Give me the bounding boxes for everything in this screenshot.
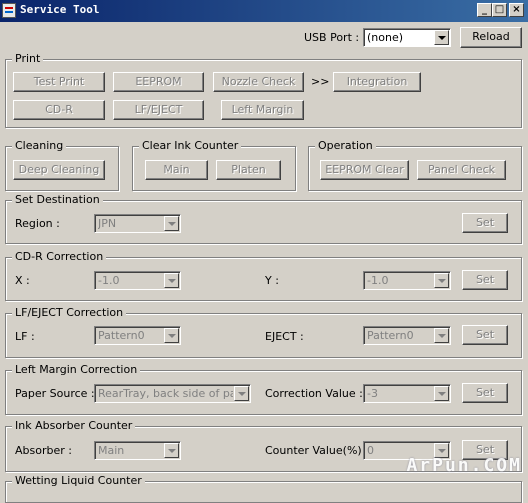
chevron-down-icon[interactable] <box>434 328 449 343</box>
lf-eject-correction-group-title: LF/EJECT Correction <box>12 306 127 319</box>
eeprom-clear-button[interactable]: EEPROM Clear <box>320 160 409 180</box>
nozzle-check-button[interactable]: Nozzle Check <box>213 72 304 92</box>
integration-button[interactable]: Integration <box>333 72 421 92</box>
eeprom-button[interactable]: EEPROM <box>113 72 204 92</box>
clear-ink-counter-group-title: Clear Ink Counter <box>139 139 242 152</box>
cdr-y-value: -1.0 <box>367 274 389 287</box>
absorber-value: Main <box>98 444 125 457</box>
chevron-down-icon[interactable] <box>434 386 449 401</box>
lf-eject-set-button[interactable]: Set <box>462 325 508 345</box>
counter-value-label: Counter Value(%) : <box>265 444 369 457</box>
correction-value-value: -3 <box>367 387 378 400</box>
chevron-down-icon[interactable] <box>164 273 179 288</box>
cdr-y-select[interactable]: -1.0 <box>363 271 451 290</box>
chevron-down-icon[interactable] <box>164 443 179 458</box>
maximize-button[interactable]: □ <box>492 3 507 17</box>
watermark: ArPun.COM <box>406 455 522 476</box>
cd-r-button[interactable]: CD-R <box>13 100 105 120</box>
chevron-down-icon[interactable] <box>164 328 179 343</box>
chevron-down-icon[interactable] <box>434 30 449 45</box>
usb-port-select[interactable]: (none) <box>363 28 451 47</box>
set-destination-set-button[interactable]: Set <box>462 213 508 233</box>
close-button[interactable]: × <box>509 3 524 17</box>
app-icon <box>2 3 16 18</box>
ink-absorber-group-title: Ink Absorber Counter <box>12 419 136 432</box>
arrow-label: >> <box>311 75 330 88</box>
paper-source-select[interactable]: RearTray, back side of pap <box>94 384 251 403</box>
usb-port-value: (none) <box>367 31 404 44</box>
wetting-liquid-group-title: Wetting Liquid Counter <box>12 474 145 487</box>
cdr-correction-set-button[interactable]: Set <box>462 270 508 290</box>
left-margin-correction-group-title: Left Margin Correction <box>12 363 141 376</box>
chevron-down-icon[interactable] <box>434 273 449 288</box>
chevron-down-icon[interactable] <box>234 386 249 401</box>
eject-select[interactable]: Pattern0 <box>363 326 451 345</box>
title-bar: Service Tool _ □ × <box>0 0 528 22</box>
paper-source-label: Paper Source : <box>15 387 95 400</box>
left-margin-set-button[interactable]: Set <box>462 383 508 403</box>
cdr-x-value: -1.0 <box>98 274 120 287</box>
region-value: JPN <box>98 217 117 230</box>
lf-eject-button[interactable]: LF/EJECT <box>113 100 204 120</box>
reload-button[interactable]: Reload <box>460 27 522 48</box>
left-margin-button[interactable]: Left Margin <box>221 100 304 120</box>
cdr-x-label: X : <box>15 274 30 287</box>
counter-value-value: 0 <box>367 444 374 457</box>
operation-group-title: Operation <box>315 139 376 152</box>
region-label: Region : <box>15 217 60 230</box>
absorber-label: Absorber : <box>15 444 72 457</box>
cdr-x-select[interactable]: -1.0 <box>94 271 181 290</box>
paper-source-value: RearTray, back side of pap <box>98 387 233 400</box>
wetting-liquid-group: Wetting Liquid Counter <box>5 474 522 503</box>
lf-label: LF : <box>15 330 35 343</box>
region-select[interactable]: JPN <box>94 214 181 233</box>
correction-value-select[interactable]: -3 <box>363 384 451 403</box>
eject-value: Pattern0 <box>367 329 414 342</box>
set-destination-group: Set Destination <box>5 193 522 244</box>
absorber-select[interactable]: Main <box>94 441 181 460</box>
clear-ink-main-button[interactable]: Main <box>145 160 208 180</box>
deep-cleaning-button[interactable]: Deep Cleaning <box>13 160 105 180</box>
eject-label: EJECT : <box>265 330 304 343</box>
lf-select[interactable]: Pattern0 <box>94 326 181 345</box>
lf-value: Pattern0 <box>98 329 145 342</box>
panel-check-button[interactable]: Panel Check <box>417 160 506 180</box>
print-group-title: Print <box>12 52 44 65</box>
cdr-correction-group-title: CD-R Correction <box>12 250 107 263</box>
cdr-y-label: Y : <box>265 274 279 287</box>
minimize-button[interactable]: _ <box>477 3 492 17</box>
clear-ink-platen-button[interactable]: Platen <box>216 160 281 180</box>
window-title: Service Tool <box>20 3 100 16</box>
chevron-down-icon[interactable] <box>164 216 179 231</box>
set-destination-group-title: Set Destination <box>12 193 103 206</box>
correction-value-label: Correction Value : <box>265 387 363 400</box>
test-print-button[interactable]: Test Print <box>13 72 105 92</box>
cleaning-group-title: Cleaning <box>12 139 67 152</box>
usb-port-label: USB Port : <box>304 31 360 44</box>
